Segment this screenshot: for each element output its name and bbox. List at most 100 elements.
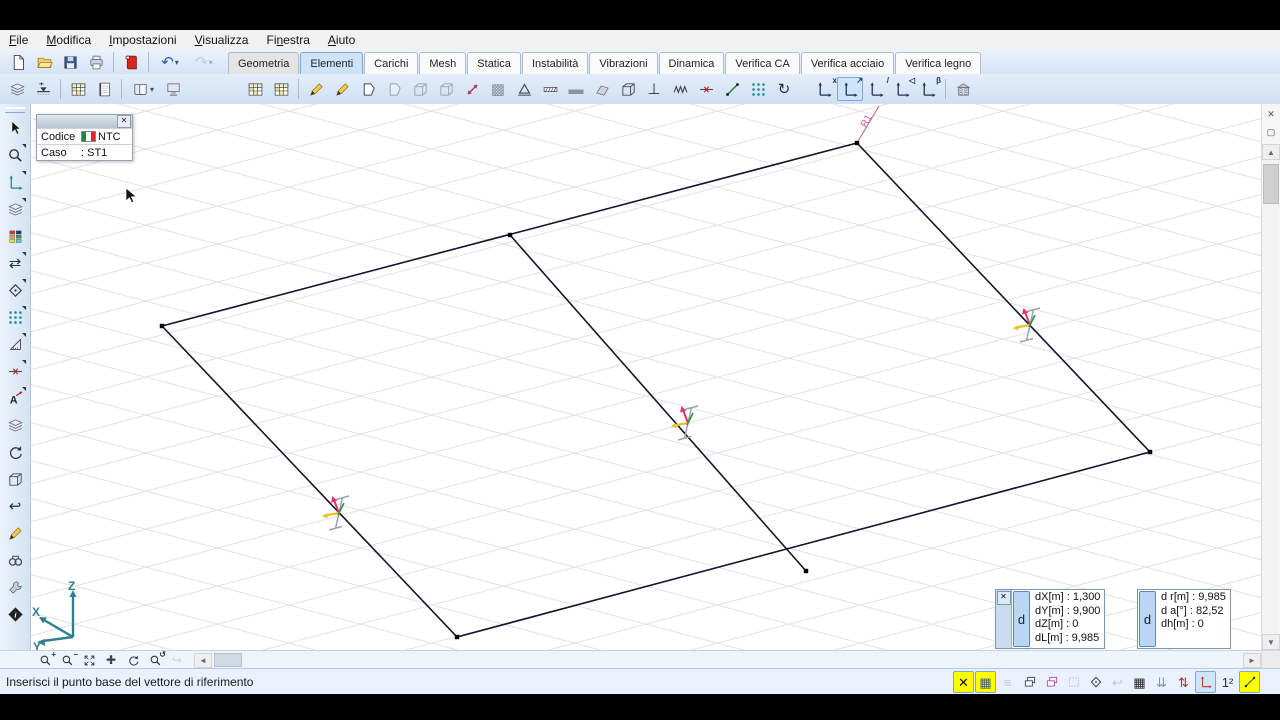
pan-button[interactable]: ✚ (100, 651, 122, 669)
redo-button-dropdown-icon[interactable]: ▾ (209, 58, 213, 67)
slab-button[interactable]: ▬ (563, 77, 589, 101)
orbit-zoom-button[interactable]: ↺ (144, 650, 166, 669)
restore-view-button[interactable]: ▢ (1263, 125, 1279, 140)
zoom-in-button[interactable]: + (34, 650, 56, 669)
draw-node-button[interactable] (303, 77, 329, 101)
rigid-link-button[interactable]: ⊥ (641, 77, 667, 101)
horizontal-scroll-thumb[interactable] (214, 653, 242, 667)
model-viewport[interactable]: R1 Z X Y (30, 104, 1262, 650)
mesh-panel-button[interactable]: ▩ (485, 77, 511, 101)
axis-beta-button[interactable]: β (915, 76, 941, 101)
close-view-button[interactable]: ✕ (1263, 107, 1279, 122)
horizontal-scrollbar[interactable] (242, 653, 1243, 667)
toolbar-grip[interactable] (5, 107, 25, 113)
tab-verifica-acciaio[interactable]: Verifica acciaio (800, 52, 895, 74)
vertical-scroll-thumb[interactable] (1263, 164, 1279, 204)
ortho-toggle-button[interactable] (1239, 671, 1260, 693)
divide-tool[interactable] (2, 358, 28, 384)
menu-impostazioni[interactable]: Impostazioni (100, 31, 185, 49)
info-tool[interactable] (2, 601, 28, 627)
export-pdf-button[interactable] (118, 50, 144, 74)
close-icon[interactable]: ✕ (117, 115, 131, 128)
rotate-tool[interactable] (2, 277, 28, 303)
node-marker[interactable] (854, 140, 860, 146)
menu-modifica[interactable]: Modifica (37, 31, 100, 49)
axis-line-button[interactable]: / (863, 76, 889, 101)
brush-tool[interactable] (2, 520, 28, 546)
screen-capture-button[interactable] (160, 77, 186, 101)
section-table-button[interactable] (242, 77, 268, 101)
snap-toggle-button[interactable]: ✕ (953, 671, 974, 693)
code-case-panel-titlebar[interactable]: ✕ (37, 115, 132, 128)
tables-button[interactable] (65, 77, 91, 101)
node-marker[interactable] (1147, 449, 1153, 455)
window-2-button[interactable] (1041, 671, 1062, 693)
tab-carichi[interactable]: Carichi (364, 52, 419, 74)
path-tool[interactable]: ↩ (2, 493, 28, 519)
beam-line[interactable] (161, 325, 458, 638)
tab-elementi[interactable]: Elementi (300, 52, 364, 74)
vertical-scrollbar[interactable] (1263, 160, 1279, 634)
arrows-updown-button[interactable]: ⇅ (1173, 671, 1194, 693)
grid-snap-button[interactable]: ▦ (975, 671, 996, 693)
menu-finestra[interactable]: Finestra (257, 31, 318, 49)
translate-tool[interactable]: ⇄ (2, 250, 28, 276)
menu-visualizza[interactable]: Visualizza (186, 31, 258, 49)
zoom-fit-button[interactable] (78, 651, 100, 669)
close-icon[interactable]: ✕ (996, 591, 1011, 605)
menu-aiuto[interactable]: Aiuto (319, 31, 364, 49)
zoom-tool[interactable] (2, 142, 28, 168)
scroll-right-arrow[interactable]: ► (1243, 652, 1261, 668)
select-tool[interactable] (2, 115, 28, 141)
bar-draw-button[interactable] (719, 77, 745, 101)
new-file-button[interactable] (5, 50, 31, 74)
axis-x-button[interactable]: x (811, 76, 837, 101)
reference-vector-button[interactable] (459, 77, 485, 101)
tab-geometria[interactable]: Geometria (228, 52, 300, 74)
spring-button[interactable] (667, 77, 693, 101)
support-line-button[interactable] (537, 77, 563, 101)
search-binoculars-tool[interactable] (2, 547, 28, 573)
wall-button[interactable] (589, 77, 615, 101)
view-axes-tool[interactable] (2, 169, 28, 195)
scroll-left-arrow[interactable]: ◄ (194, 652, 212, 668)
measure-tool[interactable] (2, 331, 28, 357)
building-button[interactable] (950, 77, 976, 101)
node-marker[interactable] (454, 634, 460, 640)
legend-palette-tool[interactable] (2, 223, 28, 249)
undo-button[interactable]: ↶ ▾ (153, 50, 187, 74)
numbering-button[interactable]: 1² (1217, 671, 1238, 693)
axis-flag-button[interactable]: ◁ (889, 76, 915, 101)
tab-dinamica[interactable]: Dinamica (658, 52, 725, 74)
panel-tab-d[interactable]: d (1013, 591, 1030, 647)
layers-button[interactable] (4, 77, 30, 101)
node-diamond-button[interactable] (1085, 671, 1106, 693)
node-marker[interactable] (507, 232, 513, 238)
grid-display-button[interactable]: ▦ (1129, 671, 1150, 693)
tab-verifica-ca[interactable]: Verifica CA (725, 52, 800, 74)
profile-table-button[interactable] (268, 77, 294, 101)
frame-view-tool[interactable] (2, 466, 28, 492)
local-axes-toggle-button[interactable] (1195, 671, 1216, 693)
report-notebook-button[interactable] (91, 77, 117, 101)
open-file-button[interactable] (31, 50, 57, 74)
rotate-axes-button[interactable]: ↻ (771, 77, 797, 101)
release-button[interactable] (693, 77, 719, 101)
draw-contour-button[interactable] (355, 77, 381, 101)
orbit-button[interactable] (122, 651, 144, 669)
draw-bar-button[interactable] (329, 77, 355, 101)
print-button[interactable] (83, 50, 109, 74)
levels-button[interactable] (30, 77, 56, 101)
support-node-button[interactable] (511, 77, 537, 101)
node-grid-tool[interactable] (2, 304, 28, 330)
tab-mesh[interactable]: Mesh (419, 52, 467, 74)
undo-button-dropdown-icon[interactable]: ▾ (175, 58, 179, 67)
tab-verifica-legno[interactable]: Verifica legno (895, 52, 982, 74)
menu-file[interactable]: File (0, 31, 37, 49)
preferences-wrench-tool[interactable] (2, 574, 28, 600)
beam-line[interactable] (856, 142, 1151, 453)
arrows-down-button[interactable]: ⇊ (1151, 671, 1172, 693)
save-button[interactable] (57, 50, 83, 74)
dimension-text-tool[interactable] (2, 385, 28, 411)
node-marker[interactable] (159, 323, 165, 329)
